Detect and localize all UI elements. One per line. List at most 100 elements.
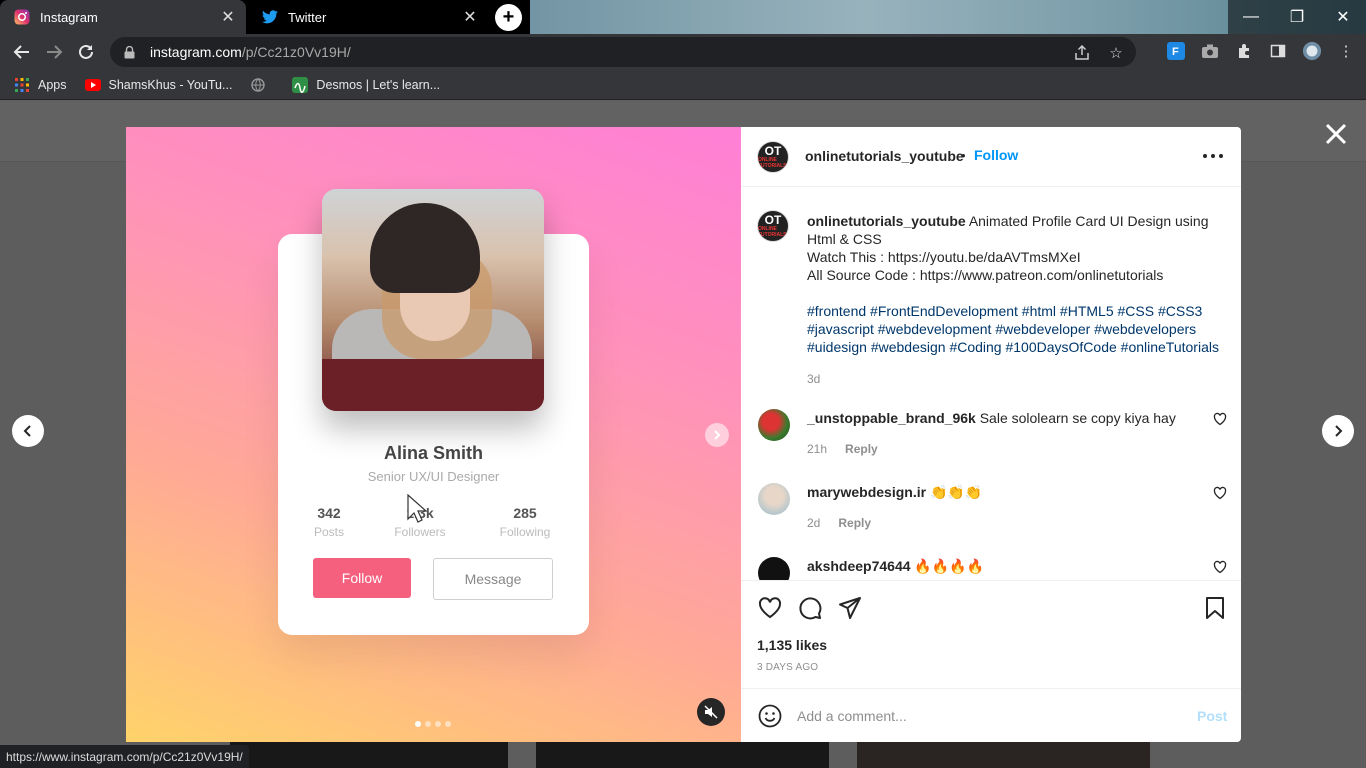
author-avatar[interactable]: OT ONLINE TUTORIALS (757, 141, 789, 173)
profile-photo (322, 189, 544, 411)
youtube-icon (84, 77, 101, 93)
stat-following: 285 Following (480, 505, 570, 539)
chevron-left-icon (23, 425, 31, 437)
caption-hashtags[interactable]: #frontend #FrontEndDevelopment #html #HT… (807, 302, 1227, 320)
reply-button[interactable]: Reply (845, 442, 878, 456)
comment-username[interactable]: akshdeep74644 (807, 558, 911, 574)
stat-label: Following (499, 525, 551, 539)
more-options-icon[interactable] (1203, 154, 1223, 160)
carousel-indicator (415, 721, 451, 727)
like-comment-heart-icon[interactable] (1213, 486, 1227, 500)
previous-post-button[interactable] (12, 415, 44, 447)
caption-watch-link: Watch This : https://youtu.be/daAVTmsMXe… (807, 249, 1081, 265)
bookmark-desmos[interactable]: Desmos | Let's learn... (292, 76, 441, 93)
caption-username[interactable]: onlinetutorials_youtube (807, 213, 966, 229)
carousel-dot (435, 721, 441, 727)
link-status-bar: https://www.instagram.com/p/Cc21z0Vv19H/ (0, 745, 249, 768)
share-icon[interactable] (1072, 42, 1092, 64)
carousel-next-button[interactable] (705, 423, 729, 447)
reload-icon[interactable] (74, 40, 98, 64)
grid-thumbnail[interactable] (857, 741, 1150, 768)
avatar-text: OT (764, 212, 782, 227)
share-paper-plane-icon[interactable] (837, 595, 863, 621)
comment-age: 21h (807, 442, 828, 456)
comment-bubble-icon[interactable] (797, 595, 823, 621)
lock-icon[interactable] (122, 45, 136, 59)
avatar-text: OT (764, 143, 782, 158)
instagram-icon (14, 9, 30, 25)
emoji-smiley-icon[interactable] (757, 703, 783, 729)
caption-hashtags[interactable]: #javascript #webdevelopment #webdevelope… (807, 320, 1227, 338)
separator-dot: • (961, 148, 966, 163)
tab-title: Instagram (40, 9, 98, 25)
comment-username[interactable]: _unstoppable_brand_96k (807, 410, 976, 426)
like-heart-icon[interactable] (757, 595, 783, 621)
browser-menu-icon[interactable]: ⋮ (1336, 40, 1356, 62)
svg-text:F: F (1172, 46, 1179, 58)
close-window-icon[interactable]: ✕ (1320, 0, 1366, 34)
bookmarks-bar: Apps ShamsKhus - YouTu... Desmos | Let's… (0, 70, 1366, 100)
extensions-area: F ⋮ (1166, 40, 1356, 62)
side-panel-icon[interactable] (1268, 40, 1288, 62)
new-tab-button[interactable]: + (495, 4, 522, 31)
url-host: instagram.com (150, 44, 242, 60)
address-bar[interactable]: instagram.com/p/Cc21z0Vv19H/ ☆ (110, 37, 1136, 67)
like-comment-heart-icon[interactable] (1213, 412, 1227, 426)
close-tab-icon[interactable]: ✕ (462, 9, 478, 26)
post-comment-button[interactable]: Post (1197, 708, 1227, 724)
maximize-icon[interactable]: ❐ (1274, 0, 1320, 34)
forward-icon[interactable] (42, 40, 66, 64)
add-comment-bar: Post (741, 688, 1241, 742)
carousel-dot (445, 721, 451, 727)
close-modal-icon[interactable] (1322, 120, 1350, 148)
window-controls: — ❐ ✕ (1228, 0, 1366, 34)
close-tab-icon[interactable]: ✕ (220, 9, 236, 26)
bookmark-youtube[interactable]: ShamsKhus - YouTu... (84, 77, 233, 93)
profile-avatar-icon[interactable] (1302, 40, 1322, 62)
extensions-puzzle-icon[interactable] (1234, 40, 1254, 62)
back-icon[interactable] (10, 40, 34, 64)
stat-value: 342 (317, 505, 341, 521)
next-post-button[interactable] (1322, 415, 1354, 447)
grid-thumbnail[interactable] (536, 741, 829, 768)
likes-count[interactable]: 1,135 likes (757, 637, 827, 653)
author-avatar[interactable]: OT ONLINE TUTORIALS (757, 210, 789, 242)
comments-scroll-area[interactable]: OT ONLINE TUTORIALS onlinetutorials_yout… (741, 188, 1241, 580)
avatar-subtext: ONLINE TUTORIALS (758, 156, 787, 169)
minimize-icon[interactable]: — (1228, 0, 1274, 34)
comment-text: 👏👏👏 (929, 484, 983, 500)
extension-f-icon[interactable]: F (1166, 40, 1186, 62)
reply-button[interactable]: Reply (838, 516, 871, 530)
caption-hashtags[interactable]: #uidesign #webdesign #Coding #100DaysOfC… (807, 338, 1227, 356)
stat-posts: 342 Posts (284, 505, 374, 539)
save-bookmark-icon[interactable] (1202, 595, 1228, 621)
commenter-avatar[interactable] (758, 483, 790, 515)
desmos-icon (292, 76, 309, 93)
chevron-right-icon (1335, 425, 1343, 437)
author-username[interactable]: onlinetutorials_youtube (805, 148, 964, 164)
browser-toolbar: instagram.com/p/Cc21z0Vv19H/ ☆ F ⋮ (0, 34, 1366, 70)
like-comment-heart-icon[interactable] (1213, 560, 1227, 574)
tab-twitter[interactable]: Twitter ✕ (248, 0, 488, 34)
follow-button[interactable]: Follow (974, 147, 1018, 163)
stat-label: Posts (313, 525, 344, 539)
bookmark-globe[interactable] (250, 77, 274, 93)
camera-icon[interactable] (1200, 40, 1220, 62)
bookmark-label: ShamsKhus - YouTu... (108, 77, 233, 92)
tab-instagram[interactable]: Instagram ✕ (0, 0, 246, 34)
commenter-avatar[interactable] (758, 409, 790, 441)
grid-thumbnail[interactable] (230, 741, 508, 768)
post-media[interactable]: Alina Smith Senior UX/UI Designer 342 Po… (126, 127, 741, 742)
commenter-avatar[interactable] (758, 557, 790, 580)
bookmark-star-icon[interactable]: ☆ (1106, 42, 1126, 64)
card-role: Senior UX/UI Designer (367, 469, 500, 484)
caption-source-link: All Source Code : https://www.patreon.co… (807, 267, 1164, 283)
comment-input[interactable] (797, 699, 1177, 733)
bookmark-apps[interactable]: Apps (14, 77, 67, 93)
mouse-cursor-icon (407, 493, 428, 529)
post-caption: onlinetutorials_youtube Animated Profile… (807, 212, 1227, 388)
comment-username[interactable]: marywebdesign.ir (807, 484, 926, 500)
tab-strip: Instagram ✕ Twitter ✕ + — ❐ ✕ (0, 0, 1366, 34)
mute-button[interactable] (697, 698, 725, 726)
bookmark-label: Desmos | Let's learn... (316, 77, 441, 92)
